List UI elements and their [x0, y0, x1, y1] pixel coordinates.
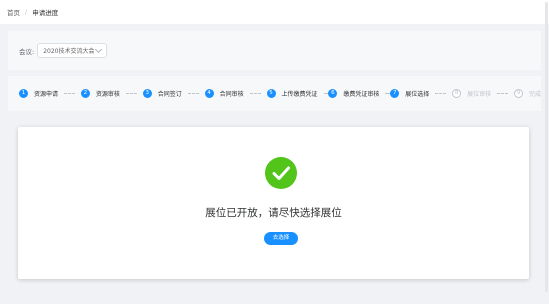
step-contract-review: 4 合同审核	[204, 89, 267, 98]
step-contract-sign: 3 合同签订	[142, 89, 205, 98]
check-circle-icon	[265, 157, 297, 189]
step-number: 1	[19, 89, 28, 98]
step-label: 缴费凭证审核	[343, 91, 380, 98]
step-upload-payment: 5 上传缴费凭证	[266, 89, 330, 98]
breadcrumb-current: 申请进度	[32, 9, 59, 17]
result-panel: 展位已开放，请尽快选择展位 去选择	[18, 127, 529, 279]
step-label: 合同签订	[157, 91, 182, 98]
scrollbar[interactable]	[545, 2, 548, 292]
breadcrumb: 首页 / 申请进度	[0, 0, 549, 24]
breadcrumb-home-link[interactable]: 首页	[7, 7, 20, 17]
filter-bar: 会议: 2020技术交流大会	[8, 31, 541, 70]
meeting-select[interactable]: 2020技术交流大会	[37, 43, 108, 58]
step-label: 完成	[529, 91, 542, 98]
step-number: 6	[328, 89, 338, 98]
step-label: 合同审核	[219, 91, 244, 98]
step-booth-select: 7 展位选择	[390, 89, 452, 98]
step-label: 展位审核	[467, 91, 492, 98]
step-resource-apply: 1 资源申请	[19, 89, 81, 98]
step-connector	[497, 93, 508, 94]
step-label: 资源申请	[34, 91, 59, 98]
step-label: 展位选择	[405, 91, 430, 98]
step-connector	[435, 93, 447, 94]
step-complete: 9 完成	[514, 89, 541, 98]
step-connector	[187, 93, 199, 94]
step-label: 资源审核	[95, 91, 120, 98]
step-number: 7	[390, 89, 400, 98]
result-title: 展位已开放，请尽快选择展位	[205, 207, 342, 219]
step-connector	[64, 93, 75, 94]
progress-steps: 1 资源申请 2 资源审核 3 合同签订 4 合同审核 5 上传缴费凭证 6 缴…	[8, 76, 541, 111]
step-number: 2	[80, 89, 90, 98]
step-number: 4	[204, 89, 214, 98]
go-select-button[interactable]: 去选择	[264, 232, 298, 245]
step-number: 9	[514, 89, 523, 98]
chevron-down-icon	[95, 45, 103, 53]
step-label: 上传缴费凭证	[281, 91, 318, 98]
step-payment-review: 6 缴费凭证审核	[328, 89, 392, 98]
meeting-select-value: 2020技术交流大会	[43, 48, 95, 55]
breadcrumb-separator: /	[25, 8, 28, 16]
step-connector	[125, 93, 137, 94]
step-booth-review: 8 展位审核	[452, 89, 514, 98]
step-resource-review: 2 资源审核	[80, 89, 143, 98]
step-connector	[249, 93, 261, 94]
meeting-label: 会议:	[19, 47, 35, 56]
step-number: 8	[452, 89, 462, 98]
step-number: 5	[266, 89, 276, 98]
step-number: 3	[142, 89, 152, 98]
